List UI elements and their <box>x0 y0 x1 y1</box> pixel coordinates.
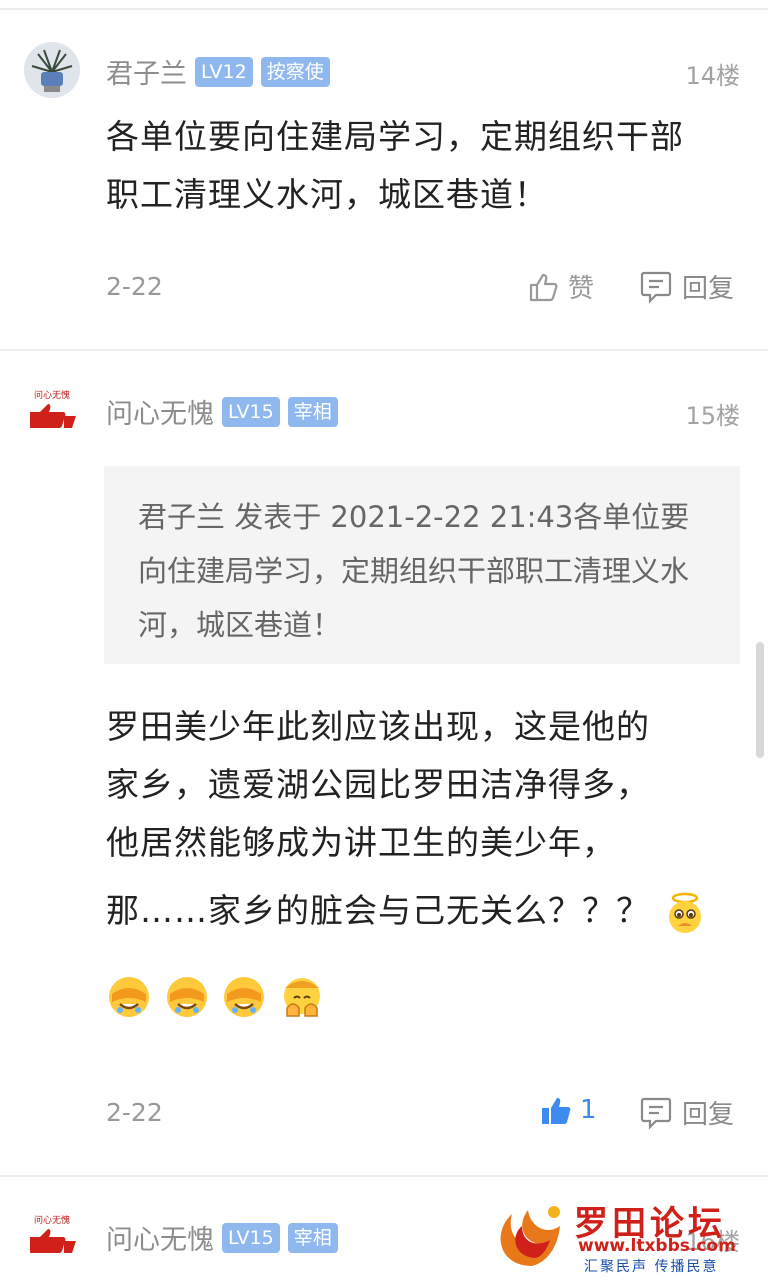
content-line: 他居然能够成为讲卫生的美少年， <box>106 823 616 862</box>
top-divider <box>0 8 768 10</box>
comment-icon <box>640 271 672 304</box>
post-content: 各单位要向住建局学习，定期组织干部职工清理义水河，城区巷道！ <box>106 117 684 214</box>
avatar[interactable]: 问心无愧 <box>24 1207 80 1263</box>
username[interactable]: 问心无愧 <box>106 392 214 431</box>
title-badge: 宰相 <box>287 396 338 427</box>
phoenix-logo-icon <box>500 1206 560 1266</box>
content-line: 那……家乡的脏会与己无关么？？？ <box>106 891 650 930</box>
facepalm-crying-emoji-icon <box>109 976 149 1017</box>
like-button[interactable]: 1 <box>540 1094 597 1126</box>
post-content: 罗田美少年此刻应该出现，这是他的 家乡，遗爱湖公园比罗田洁净得多， 他居然能够成… <box>106 698 746 1024</box>
floor-number: 15楼 <box>685 402 740 430</box>
shy-covering-emoji-icon <box>283 977 320 1017</box>
reply-label: 回复 <box>682 274 735 304</box>
like-label: 赞 <box>568 274 595 304</box>
svg-text:问心无愧: 问心无愧 <box>34 1214 70 1226</box>
reply-label: 回复 <box>682 1100 735 1130</box>
emoji-row <box>106 966 746 1024</box>
like-button[interactable]: 赞 <box>528 268 594 305</box>
level-badge: LV12 <box>195 56 253 87</box>
content-line-with-emoji: 那……家乡的脏会与己无关么？？？ <box>106 882 746 940</box>
post-date: 2-22 <box>106 272 163 301</box>
floor-number: 14楼 <box>685 62 740 90</box>
facepalm-crying-emoji-icon <box>224 976 264 1017</box>
thumbs-up-filled-icon <box>542 1098 571 1124</box>
forum-watermark-logo: 罗田论坛 www.ltxbbs.com 汇聚民声 传播民意 <box>488 1196 760 1276</box>
reply-button[interactable]: 回复 <box>640 1094 734 1131</box>
level-badge: LV15 <box>222 396 280 427</box>
username-row: 问心无愧 LV15 宰相 <box>106 392 338 431</box>
thumbs-up-icon <box>529 273 558 301</box>
reply-button[interactable]: 回复 <box>640 268 734 305</box>
username-row: 君子兰 LV12 按察使 <box>106 52 330 91</box>
username[interactable]: 君子兰 <box>106 52 187 91</box>
facepalm-crying-emoji-icon <box>166 976 207 1017</box>
watermark-url: www.ltxbbs.com <box>578 1236 736 1256</box>
avatar[interactable]: 问心无愧 <box>24 382 80 438</box>
svg-text:问心无愧: 问心无愧 <box>34 389 70 401</box>
like-count: 1 <box>580 1095 597 1125</box>
quoted-post[interactable]: 君子兰 发表于 2021-2-22 21:43各单位要向住建局学习，定期组织干部… <box>104 466 740 664</box>
watermark-slogan: 汇聚民声 传播民意 <box>584 1259 719 1275</box>
content-line: 罗田美少年此刻应该出现，这是他的 <box>106 707 650 746</box>
avatar[interactable] <box>24 42 80 98</box>
comment-icon <box>640 1097 672 1130</box>
content-line: 家乡，遗爱湖公园比罗田洁净得多， <box>106 765 650 804</box>
avatar-thumbs-up-flag-icon: 问心无愧 <box>24 382 80 438</box>
post-divider <box>0 1175 768 1177</box>
title-badge: 按察使 <box>260 56 330 87</box>
scrollbar[interactable] <box>756 642 764 758</box>
avatar-thumbs-up-flag-icon: 问心无愧 <box>24 1207 80 1263</box>
username[interactable]: 问心无愧 <box>106 1218 214 1257</box>
angel-crying-emoji-icon <box>668 892 701 933</box>
post-divider <box>0 349 768 351</box>
avatar-plant-icon <box>24 42 80 98</box>
level-badge: LV15 <box>222 1222 280 1253</box>
username-row: 问心无愧 LV15 宰相 <box>106 1218 338 1257</box>
title-badge: 宰相 <box>287 1222 338 1253</box>
post-date: 2-22 <box>106 1098 163 1127</box>
